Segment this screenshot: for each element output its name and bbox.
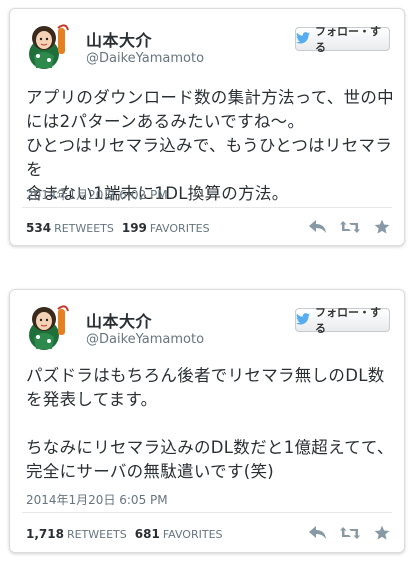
- tweet-stats: 534 RETWEETS 199 FAVORITES: [26, 221, 210, 235]
- favorite-count-label: FAVORITES: [162, 528, 223, 541]
- tweet-stats: 1,718 RETWEETS 681 FAVORITES: [26, 527, 223, 541]
- favorite-count-label: FAVORITES: [149, 222, 210, 235]
- retweet-count[interactable]: 1,718: [26, 527, 64, 541]
- divider: [22, 512, 392, 513]
- display-name[interactable]: 山本大介: [86, 308, 152, 332]
- star-icon[interactable]: [372, 523, 392, 543]
- retweet-count-label: RETWEETS: [66, 528, 127, 541]
- avatar[interactable]: [22, 22, 70, 70]
- tweet-timestamp[interactable]: 2014年1月20日 6:02 PM: [26, 186, 168, 203]
- tweet-actions: [308, 523, 392, 543]
- twitter-bird-icon: [296, 312, 310, 328]
- follow-label: フォロー・する: [315, 25, 381, 54]
- retweet-count-label: RETWEETS: [54, 222, 114, 235]
- favorite-count[interactable]: 681: [135, 527, 160, 541]
- user-handle[interactable]: @DaikeYamamoto: [86, 332, 204, 347]
- retweet-icon[interactable]: [340, 217, 360, 237]
- retweet-count[interactable]: 534: [26, 221, 51, 235]
- twitter-bird-icon: [296, 31, 310, 47]
- avatar[interactable]: [22, 303, 70, 351]
- tweet-header: 山本大介 @DaikeYamamoto フォロー・する: [10, 290, 404, 351]
- retweet-icon[interactable]: [340, 523, 360, 543]
- tweet-card: 山本大介 @DaikeYamamoto フォロー・する アプリのダウンロード数の…: [9, 8, 405, 246]
- star-icon[interactable]: [372, 217, 392, 237]
- tweet-text: パズドラはもちろん後者でリセマラ無しのDL数 を発表してます。 ちなみにリセマラ…: [26, 366, 394, 481]
- divider: [22, 207, 392, 208]
- follow-label: フォロー・する: [315, 306, 381, 335]
- favorite-count[interactable]: 199: [122, 221, 147, 235]
- user-handle[interactable]: @DaikeYamamoto: [86, 51, 204, 66]
- reply-icon[interactable]: [308, 523, 328, 543]
- display-name[interactable]: 山本大介: [86, 27, 152, 51]
- tweet-card: 山本大介 @DaikeYamamoto フォロー・する パズドラはもちろん後者で…: [9, 289, 405, 553]
- tweet-timestamp[interactable]: 2014年1月20日 6:05 PM: [26, 491, 168, 508]
- tweet-actions: [308, 217, 392, 237]
- reply-icon[interactable]: [308, 217, 328, 237]
- tweet-header: 山本大介 @DaikeYamamoto フォロー・する: [10, 9, 404, 70]
- follow-button[interactable]: フォロー・する: [295, 25, 390, 54]
- follow-button[interactable]: フォロー・する: [295, 306, 390, 335]
